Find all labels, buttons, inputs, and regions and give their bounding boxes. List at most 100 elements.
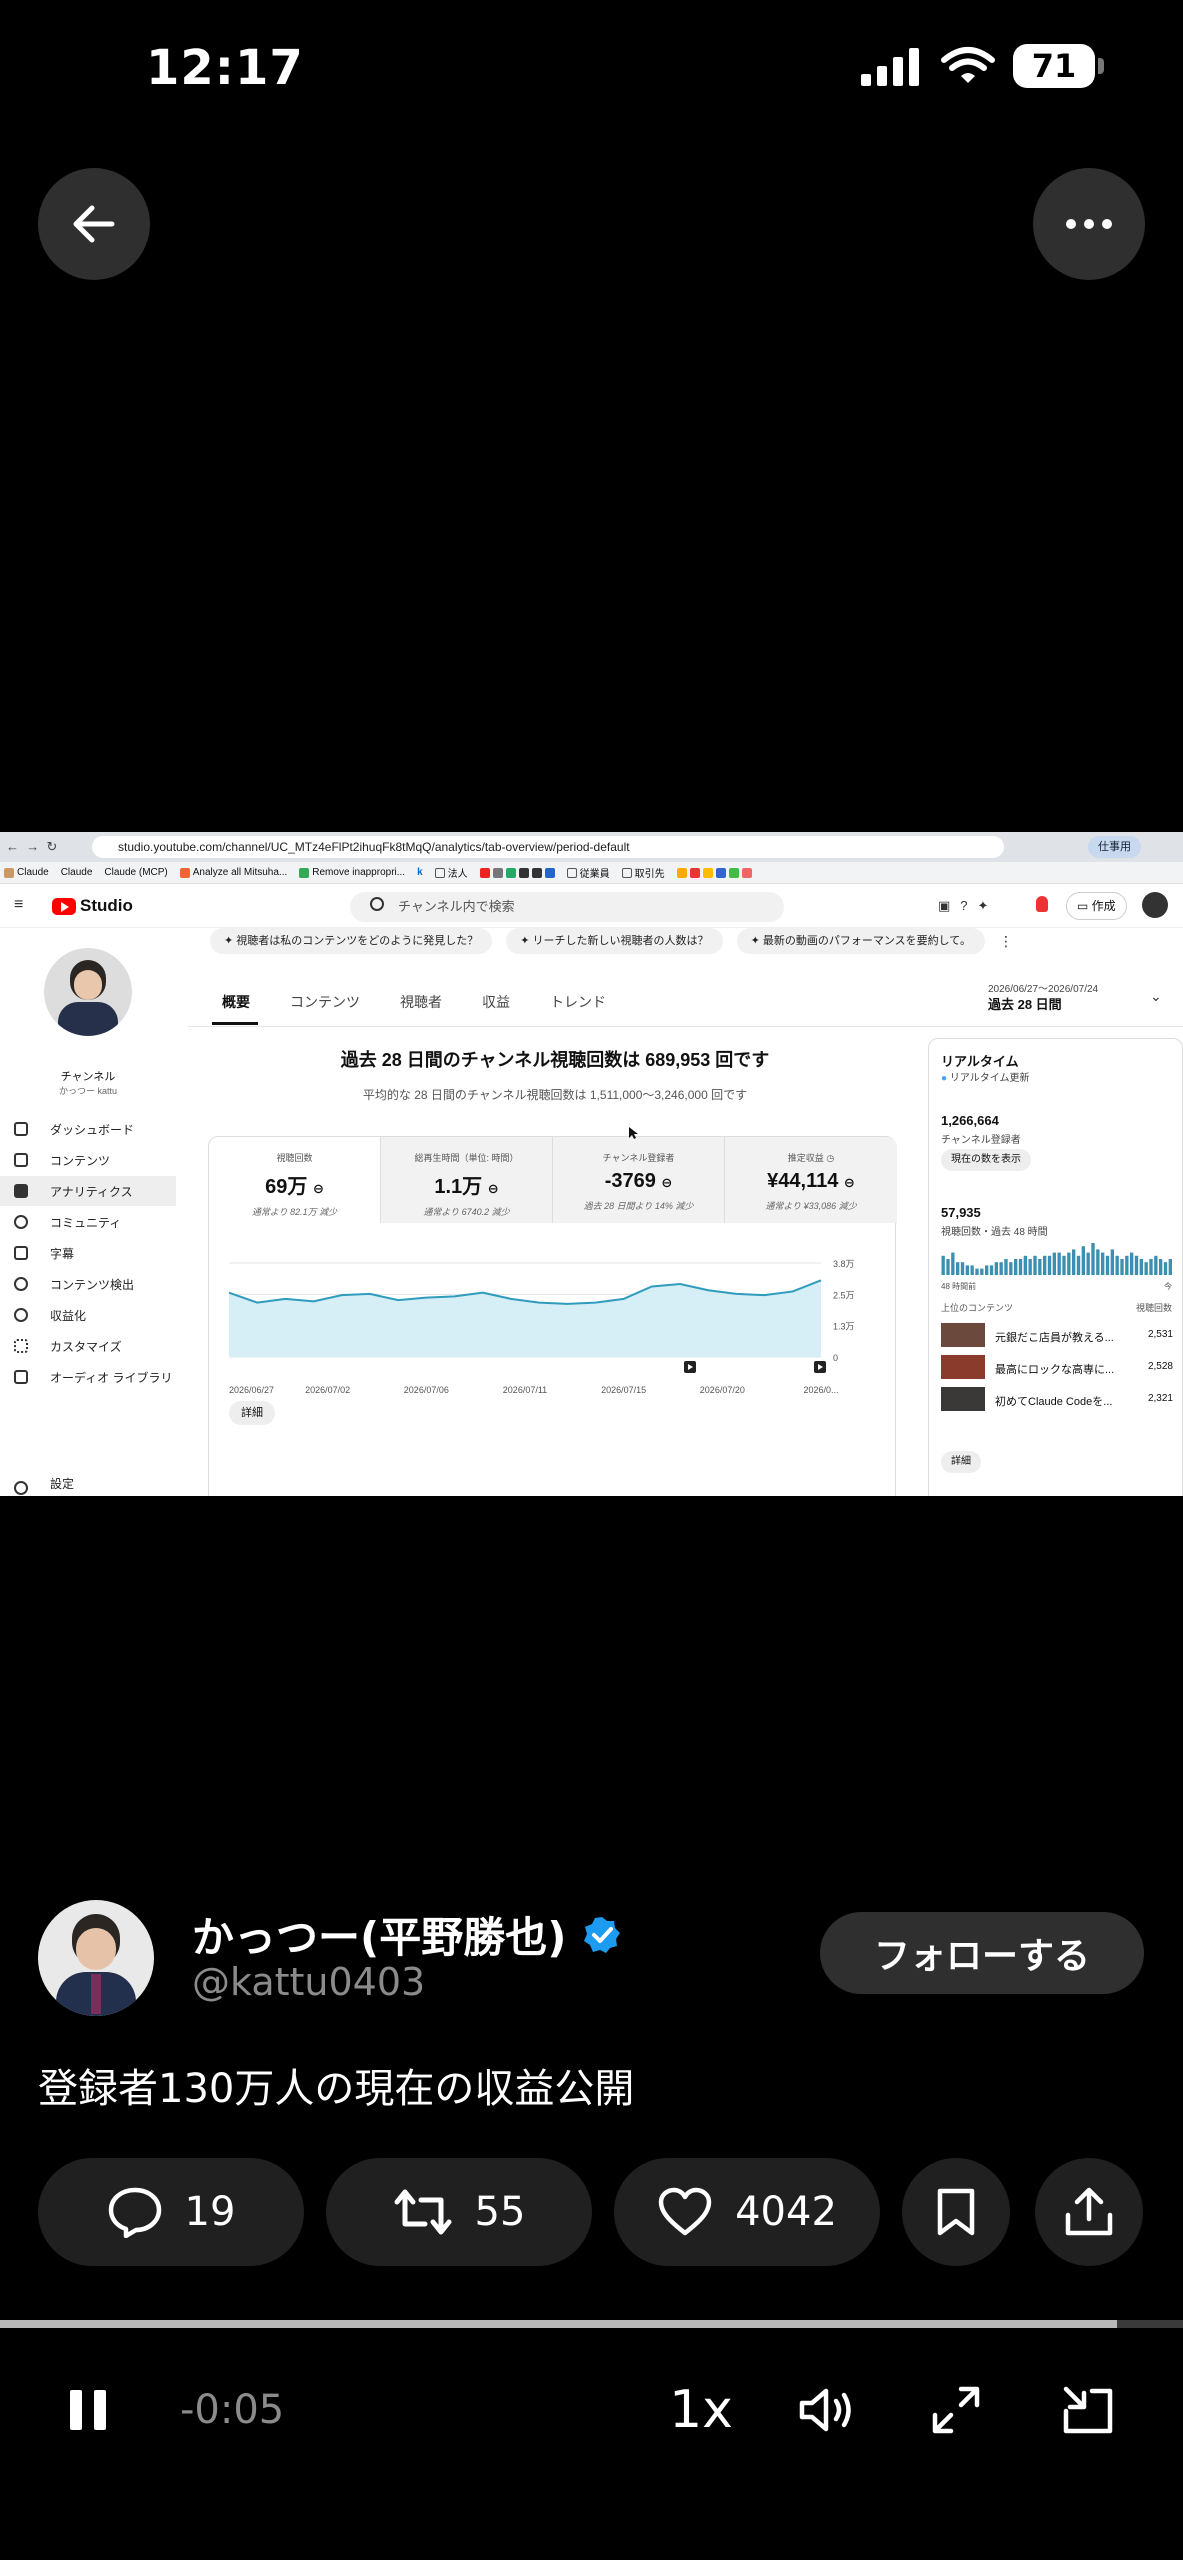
realtime-views-label: 視聴回数・過去 48 時間 <box>941 1227 1048 1238</box>
realtime-bar <box>1062 1255 1066 1275</box>
tab-revenue[interactable]: 収益 <box>482 992 510 1012</box>
more-options-button[interactable] <box>1033 168 1145 280</box>
realtime-bar <box>1081 1246 1085 1275</box>
back-button[interactable] <box>38 168 150 280</box>
tabs-divider <box>188 1026 1183 1027</box>
tab-overview[interactable]: 概要 <box>222 992 250 1012</box>
date-range: 2026/06/27〜2026/07/24 <box>988 984 1099 995</box>
pause-button[interactable] <box>48 2370 128 2450</box>
video-progress-bar[interactable] <box>0 2320 1183 2328</box>
realtime-detail-button[interactable]: 詳細 <box>941 1451 981 1473</box>
kpi-views[interactable]: 視聴回数 69万 ⊖ 通常より 82.1万 減少 <box>209 1137 381 1223</box>
show-current-count-button[interactable]: 現在の数を表示 <box>941 1149 1031 1171</box>
volume-button[interactable] <box>786 2370 866 2450</box>
overview-chart: 3.8万 2.5万 1.3万 0 2026/06/27 2026/07/02 2026/07… <box>228 1259 855 1395</box>
menu-icon[interactable]: ≡ <box>14 896 23 914</box>
profile-chip[interactable]: 仕事用 <box>1088 836 1141 858</box>
realtime-bar <box>994 1262 998 1275</box>
sidebar-item-settings[interactable]: 設定 <box>0 1473 176 1495</box>
chips-more-icon[interactable]: ⋮ <box>999 928 1013 954</box>
realtime-bar <box>1076 1255 1081 1275</box>
channel-avatar[interactable] <box>44 948 132 1036</box>
realtime-bar <box>1086 1252 1090 1275</box>
tab-content[interactable]: コンテンツ <box>290 992 360 1012</box>
y-tick-label: 2.5万 <box>833 1290 855 1300</box>
overview-detail-button[interactable]: 詳細 <box>229 1401 275 1425</box>
create-button[interactable]: ▭ 作成 <box>1066 892 1127 920</box>
bookmark[interactable]: Remove inappropri... <box>299 867 405 878</box>
bookmark[interactable]: Analyze all Mitsuha... <box>179 867 287 878</box>
date-range-label[interactable]: 過去 28 日間 <box>988 994 1062 1013</box>
sidebar-item-dashboard[interactable]: ダッシュボード <box>0 1114 176 1144</box>
x-tick-label: 2026/07/11 <box>503 1385 547 1395</box>
sidebar-item-monetization[interactable]: 収益化 <box>0 1300 176 1330</box>
sidebar-item-audio-library[interactable]: オーディオ ライブラリ <box>0 1362 176 1392</box>
bookmark-button[interactable] <box>902 2158 1010 2266</box>
kpi-subscribers[interactable]: チャンネル登録者 -3769 ⊖ 過去 28 日間より 14% 減少 <box>553 1137 725 1223</box>
playback-speed-button[interactable]: 1x <box>656 2370 746 2450</box>
author-handle[interactable]: @kattu0403 <box>192 1960 425 2004</box>
realtime-bar <box>1067 1252 1071 1275</box>
realtime-bar <box>1004 1259 1008 1275</box>
bookmark[interactable]: k <box>417 867 423 878</box>
video-frame[interactable]: ← → ↻ studio.youtube.com/channel/UC_MTz4… <box>0 832 1183 1496</box>
share-icon <box>1065 2187 1113 2236</box>
series-area <box>229 1280 821 1357</box>
header-icons[interactable]: ▣?✦ <box>938 898 998 914</box>
studio-search-input[interactable]: チャンネル内で検索 <box>350 892 784 922</box>
follow-button[interactable]: フォローする <box>820 1912 1144 1994</box>
sidebar-item-subtitles[interactable]: 字幕 <box>0 1238 176 1268</box>
share-button[interactable] <box>1035 2158 1143 2266</box>
more-icon <box>1066 219 1112 229</box>
realtime-bar <box>1159 1259 1163 1275</box>
realtime-bar <box>970 1265 974 1275</box>
realtime-bar <box>1038 1259 1042 1275</box>
kpi-revenue[interactable]: 推定収益 ◷ ¥44,114 ⊖ 通常より ¥33,086 減少 <box>725 1137 897 1223</box>
sidebar-item-community[interactable]: コミュニティ <box>0 1207 176 1237</box>
bookmark[interactable]: 法人 <box>434 865 468 880</box>
suggestion-chip[interactable]: ✦ リーチした新しい視聴者の人数は？ <box>506 928 723 954</box>
suggestion-chip[interactable]: ✦ 視聴者は私のコンテンツをどのように発見した？ <box>210 928 493 954</box>
bookmark[interactable]: Claude (MCP) <box>104 867 167 878</box>
studio-logo[interactable]: Studio <box>52 896 133 916</box>
realtime-title: リアルタイム <box>941 1054 1019 1069</box>
sidebar-item-content[interactable]: コンテンツ <box>0 1145 176 1175</box>
realtime-axis-right: 今 <box>1164 1282 1172 1291</box>
picture-in-picture-button[interactable] <box>1048 2370 1128 2450</box>
bookmark[interactable]: 取引先 <box>621 865 665 880</box>
sidebar-item-customize[interactable]: カスタマイズ <box>0 1331 176 1361</box>
top-content-item[interactable]: 元銀だこ店員が教える... 2,531 <box>941 1323 1173 1349</box>
top-content-item[interactable]: 最高にロックな高専に... 2,528 <box>941 1355 1173 1381</box>
verified-badge-icon <box>584 1916 621 1953</box>
analytics-headline: 過去 28 日間のチャンネル視聴回数は 689,953 回です <box>340 1050 770 1070</box>
realtime-bar <box>946 1259 950 1275</box>
repost-icon <box>394 2189 452 2235</box>
reply-button[interactable]: 19 <box>38 2158 304 2266</box>
bookmark[interactable]: Claude <box>61 867 93 878</box>
realtime-bar <box>1168 1259 1172 1275</box>
fullscreen-button[interactable] <box>916 2370 996 2450</box>
notifications-icon[interactable] <box>1036 896 1048 912</box>
account-avatar[interactable] <box>1142 892 1168 918</box>
realtime-bar <box>1163 1262 1168 1275</box>
address-bar[interactable]: studio.youtube.com/channel/UC_MTz4eFlPt2… <box>92 836 1004 858</box>
bookmark[interactable]: 従業員 <box>566 865 610 880</box>
sidebar-item-content-detection[interactable]: コンテンツ検出 <box>0 1269 176 1299</box>
search-icon <box>370 897 384 911</box>
author-avatar[interactable] <box>38 1900 154 2016</box>
tab-audience[interactable]: 視聴者 <box>400 992 442 1012</box>
chevron-down-icon[interactable]: ⌄ <box>1150 988 1162 1005</box>
sidebar-item-analytics[interactable]: アナリティクス <box>0 1176 176 1206</box>
time-remaining: -0:05 <box>180 2387 285 2433</box>
like-button[interactable]: 4042 <box>614 2158 880 2266</box>
kpi-watch-time[interactable]: 総再生時間（単位: 時間） 1.1万 ⊖ 通常より 6740.2 減少 <box>381 1137 553 1223</box>
realtime-bar <box>1139 1259 1143 1275</box>
repost-button[interactable]: 55 <box>326 2158 592 2266</box>
top-content-item[interactable]: 初めてClaude Codeを... 2,321 <box>941 1387 1173 1413</box>
youtube-play-icon <box>52 897 76 915</box>
realtime-bar <box>951 1252 955 1275</box>
tab-trends[interactable]: トレンド <box>550 992 606 1012</box>
bookmark[interactable]: Claude <box>4 867 49 878</box>
suggestion-chip[interactable]: ✦ 最新の動画のパフォーマンスを要約して。 <box>736 928 985 954</box>
author-name[interactable]: かっつー(平野勝也) <box>192 1904 622 1965</box>
